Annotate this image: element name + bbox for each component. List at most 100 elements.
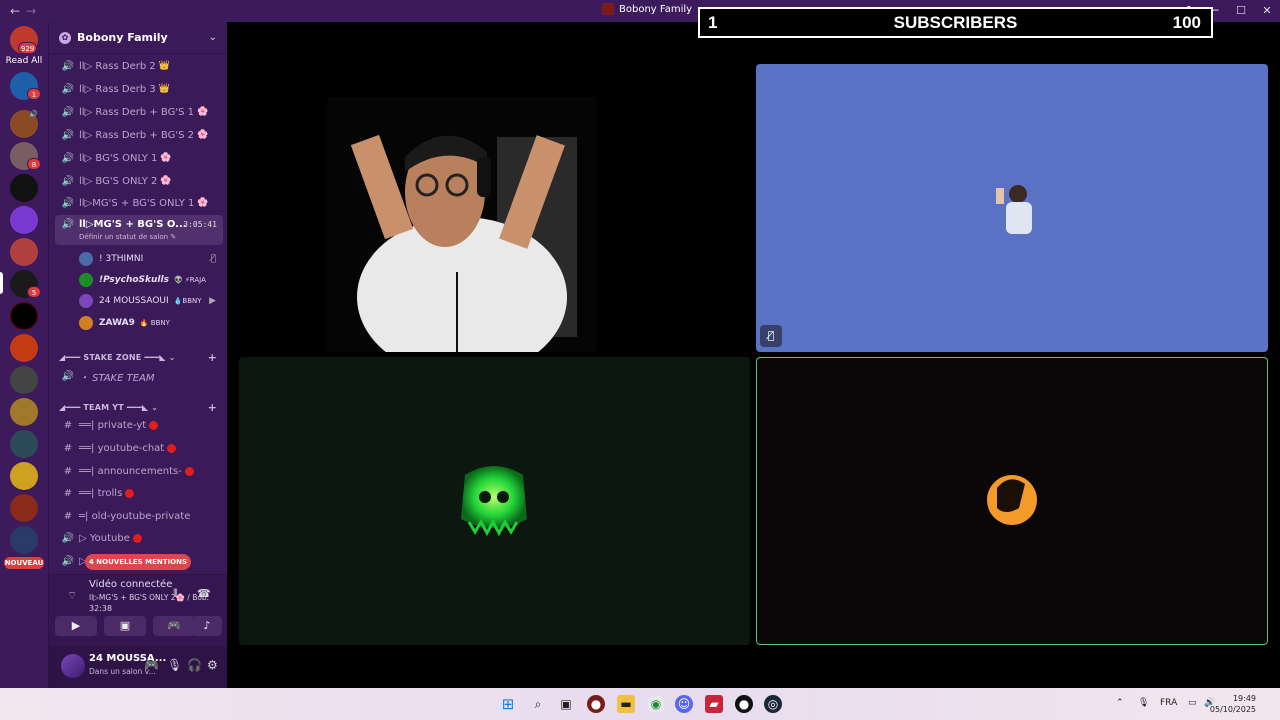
text-channel[interactable]: # ══| announcements- <box>55 461 223 481</box>
language-indicator[interactable]: FRA <box>1160 698 1177 708</box>
speaker-icon: 🔊 <box>61 197 75 209</box>
avatar <box>79 294 93 308</box>
server-folder-icon[interactable] <box>10 526 38 554</box>
camera-button[interactable]: ▶ <box>55 616 97 636</box>
participant-video-tile[interactable] <box>756 64 1268 352</box>
new-mentions-button[interactable]: 4 NOUVELLES MENTIONS <box>85 554 191 570</box>
folder-icon[interactable]: ▬ <box>617 695 635 713</box>
forward-arrow-icon[interactable]: → <box>26 4 36 18</box>
server-icon[interactable] <box>10 334 38 362</box>
participant-avatar-tile[interactable] <box>239 357 750 645</box>
text-channel[interactable]: # ═| old-youtube-private <box>55 506 223 526</box>
voice-user[interactable]: ZAWA9 🔥 BBNY <box>79 313 224 333</box>
server-icon[interactable] <box>10 174 38 202</box>
category-team-yt[interactable]: ◢━━━ TEAM YT ━━━◣ ⌄ + <box>59 399 223 415</box>
noise-suppression-icon[interactable]: ⦀ <box>173 587 178 601</box>
voice-user[interactable]: ! 3THIMNI 🎙̸ <box>79 249 224 269</box>
subscriber-label: SUBSCRIBERS <box>893 13 1018 32</box>
close-button[interactable]: ✕ <box>1254 0 1280 22</box>
app-icon[interactable]: ▰ <box>705 695 723 713</box>
voice-user[interactable]: 24 MOUSSAOUI 💧BBNY ▶ <box>79 291 224 311</box>
avatar[interactable] <box>61 654 85 678</box>
red-circle-icon <box>132 533 142 543</box>
voice-channel[interactable]: 🔊 ・ STAKE TEAM <box>55 366 223 386</box>
unread-badge: 5 <box>27 286 41 298</box>
signal-icon[interactable]: ⌔ <box>67 589 77 603</box>
voice-channel[interactable]: 🔊 ll▷ Rass Derb 3 👑 <box>55 79 223 99</box>
server-icon[interactable] <box>10 494 38 522</box>
active-voice-channel[interactable]: 🔊 ll▷MG'S + BG'S O... 3:05:41 Définir un… <box>55 215 223 245</box>
voice-channel[interactable]: 🔊 ll▷ BG'S ONLY 1 🌸 <box>55 148 223 168</box>
speaker-icon: 🔊 <box>61 370 75 382</box>
discord-icon[interactable]: ☺ <box>675 695 693 713</box>
participant-image <box>996 185 1032 234</box>
nav-buttons: ← → <box>0 4 36 18</box>
voice-channel[interactable]: 🔊 ll▷ Rass Derb + BG'S 2 🌸 <box>55 125 223 145</box>
speaker-icon: 🔊 <box>61 60 75 72</box>
server-icon[interactable] <box>10 462 38 490</box>
green-skull-avatar-image <box>461 466 527 537</box>
voice-channel[interactable]: 🔊 ll▷ Rass Derb 2 👑 <box>55 56 223 76</box>
server-icon[interactable] <box>10 398 38 426</box>
back-arrow-icon[interactable]: ← <box>10 4 20 18</box>
chevron-down-icon: ⌄ <box>168 352 176 362</box>
speaker-icon: 🔊 <box>61 219 75 230</box>
steam-icon[interactable]: ◎ <box>764 695 782 713</box>
unread-badge: 929 <box>18 42 38 54</box>
server-icon[interactable] <box>10 302 38 330</box>
screen-share-button[interactable]: ▣ <box>104 616 146 636</box>
category-stake-zone[interactable]: ◢━━━ STAKE ZONE ━━━◣ ⌄ + <box>59 349 223 365</box>
app-icon[interactable]: ● <box>587 695 605 713</box>
network-icon[interactable]: ▭ <box>1188 698 1197 708</box>
server-icon[interactable] <box>10 430 38 458</box>
channel-sidebar: ✿ Bobony Family ⌄ 🔊 ll▷ Rass Derb 2 👑 🔊 ll▷… <box>48 22 228 688</box>
voice-channel[interactable]: 🔊 ll▷ Rass Derb + BG'S 1 🌸 <box>55 102 223 122</box>
soundboard-button[interactable]: ♪ <box>192 616 222 636</box>
streamer-webcam-image <box>350 134 577 352</box>
chrome-icon[interactable]: ◉ <box>647 695 665 713</box>
text-channel[interactable]: # ══| trolls <box>55 483 223 503</box>
voice-user[interactable]: !PsychoSkulls 👽 ⚡RAJA <box>79 270 224 290</box>
server-icon[interactable] <box>10 366 38 394</box>
add-channel-icon[interactable]: + <box>208 351 217 364</box>
voice-channel[interactable]: 🔊 ll▷ BG'S ONLY 2 🌸 <box>55 171 223 191</box>
gear-icon[interactable]: ⚙ <box>207 658 218 672</box>
guild-header[interactable]: ✿ Bobony Family ⌄ <box>49 22 227 54</box>
camera-icon: ▶ <box>209 296 216 306</box>
app-icon[interactable]: ● <box>735 695 753 713</box>
task-view-icon[interactable]: ▣ <box>557 695 575 713</box>
new-badge[interactable]: NOUVEAU <box>4 557 44 569</box>
microphone-icon[interactable]: 🎙 <box>167 658 182 672</box>
user-panel: 24 MOUSSA... Dans un salon v... 🎮 🎙 🎧 ⚙ <box>49 646 228 688</box>
search-icon[interactable]: ⌕ <box>529 695 547 713</box>
muted-mic-icon: 🎙̸ <box>210 254 216 264</box>
speaker-icon: 🔊 <box>61 83 75 95</box>
voice-channel[interactable]: 🔊 ll▷MG'S + BG'S ONLY 1 🌸 <box>55 193 223 213</box>
hashtag-icon: # <box>63 465 73 477</box>
avatar <box>79 316 93 330</box>
channel-status[interactable]: Définir un statut de salon ✎ <box>79 233 176 241</box>
maximize-button[interactable]: ☐ <box>1228 0 1254 22</box>
webcam-video-tile[interactable] <box>327 97 597 352</box>
participant-avatar-tile-speaking[interactable] <box>756 357 1268 645</box>
activities-button[interactable]: 🎮 <box>153 616 195 636</box>
server-icon[interactable] <box>10 206 38 234</box>
headphones-icon[interactable]: 🎧 <box>187 658 202 672</box>
red-circle-icon <box>125 488 135 498</box>
text-channel[interactable]: # ══| private-yt <box>55 415 223 435</box>
text-channel[interactable]: # ══| youtube-chat <box>55 438 223 458</box>
start-icon[interactable]: ⊞ <box>499 695 517 713</box>
disconnect-icon[interactable]: ☎ <box>197 587 211 600</box>
chevron-down-icon: ⌄ <box>208 32 217 43</box>
add-channel-icon[interactable]: + <box>208 401 217 414</box>
system-clock[interactable]: 19:49 05/10/2025 <box>1210 693 1256 715</box>
game-controller-icon[interactable]: 🎮 <box>144 658 159 672</box>
voice-channel-path[interactable]: ll▷MG'S + BG'S ONLY 2🌸 / Bob... <box>89 593 209 602</box>
server-icon[interactable] <box>10 238 38 266</box>
chevron-up-icon[interactable]: ⌃ <box>1116 698 1124 708</box>
read-all-button[interactable]: Read All <box>0 56 48 66</box>
speaker-icon: 🔊 <box>61 129 75 141</box>
microphone-icon[interactable]: 🎙 <box>1138 698 1149 708</box>
voice-channel[interactable]: 🔊 ▷ Youtube <box>55 528 223 548</box>
avatar <box>79 273 93 287</box>
